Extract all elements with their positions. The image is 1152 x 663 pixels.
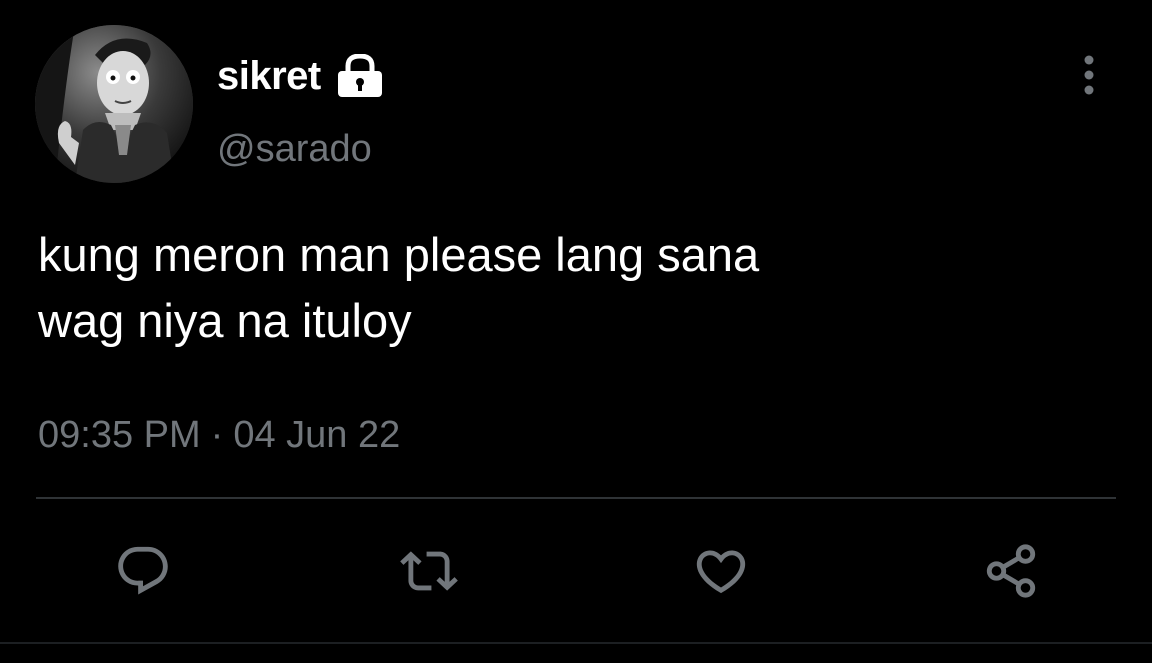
display-name-row: sikret: [217, 50, 387, 102]
lock-icon: [333, 53, 387, 98]
share-button[interactable]: [978, 538, 1044, 604]
user-handle[interactable]: @sarado: [217, 128, 372, 171]
timestamp[interactable]: 09:35 PM · 04 Jun 22: [38, 414, 400, 457]
like-button[interactable]: [688, 538, 754, 604]
tweet-time: 09:35 PM: [38, 414, 201, 456]
reply-button[interactable]: [110, 538, 176, 604]
more-vertical-icon[interactable]: [1072, 52, 1106, 98]
avatar[interactable]: [35, 25, 193, 183]
retweet-icon: [400, 551, 458, 591]
bottom-divider: [0, 642, 1152, 644]
share-icon: [986, 544, 1036, 598]
tweet-text: kung meron man please lang sana wag niya…: [38, 228, 760, 347]
avatar-image: [35, 25, 193, 183]
retweet-button[interactable]: [396, 538, 462, 604]
separator: ·: [210, 414, 224, 456]
display-name[interactable]: sikret: [217, 54, 321, 99]
reply-icon: [118, 546, 168, 595]
heart-icon: [696, 550, 746, 594]
tweet-date: 04 Jun 22: [233, 414, 401, 456]
action-bar: [0, 538, 1152, 608]
tweet-card: sikret @sarado kung meron man please lan…: [0, 0, 1152, 663]
divider: [36, 497, 1116, 499]
